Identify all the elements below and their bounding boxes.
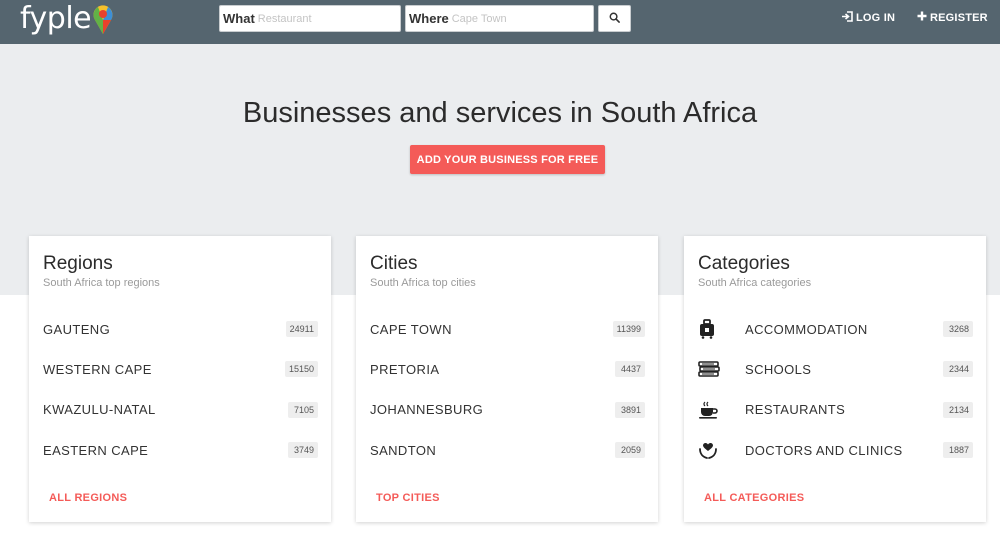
city-item-sandton[interactable]: SANDTON 2059 [356, 430, 658, 470]
where-search-field[interactable]: Where [405, 5, 594, 32]
list-item-label: JOHANNESBURG [370, 402, 484, 418]
category-item-accommodation[interactable]: ACCOMMODATION 3268 [684, 309, 986, 349]
where-label: Where [409, 11, 449, 26]
login-icon [841, 11, 856, 25]
top-cities-link[interactable]: TOP CITIES [376, 492, 440, 504]
search-icon [609, 10, 620, 28]
card-subtitle: South Africa top cities [370, 277, 476, 289]
count-badge: 2059 [615, 442, 645, 459]
regions-card: Regions South Africa top regions GAUTENG… [29, 236, 331, 522]
card-subtitle: South Africa top regions [43, 277, 160, 289]
login-label: LOG IN [856, 12, 896, 24]
list-item-label: GAUTENG [43, 321, 111, 337]
count-badge: 15150 [284, 361, 318, 378]
where-input[interactable] [451, 12, 572, 25]
region-item-kwazulu-natal[interactable]: KWAZULU-NATAL 7105 [29, 390, 331, 430]
register-label: REGISTER [930, 11, 988, 24]
suitcase-icon [698, 319, 745, 339]
heart-hands-icon [698, 440, 745, 460]
list-item-label: KWAZULU-NATAL [43, 402, 156, 418]
count-badge: 3749 [288, 442, 318, 459]
card-title: Categories [698, 253, 790, 274]
categories-card: Categories South Africa categories ACCOM… [684, 236, 986, 522]
map-pin-logo-icon [92, 3, 114, 37]
list-item-label: ACCOMMODATION [745, 321, 868, 337]
categories-list: ACCOMMODATION 3268 SCHOOLS 2344 RESTAURA… [684, 309, 986, 470]
region-item-eastern-cape[interactable]: EASTERN CAPE 3749 [29, 430, 331, 470]
region-item-western-cape[interactable]: WESTERN CAPE 15150 [29, 349, 331, 389]
count-badge: 4437 [615, 361, 645, 378]
coffee-cup-icon [698, 401, 745, 419]
category-item-schools[interactable]: SCHOOLS 2344 [684, 349, 986, 389]
card-subtitle: South Africa categories [698, 277, 812, 289]
city-item-pretoria[interactable]: PRETORIA 4437 [356, 349, 658, 389]
region-item-gauteng[interactable]: GAUTENG 24911 [29, 309, 331, 349]
count-badge: 11399 [612, 321, 645, 338]
page-title: Businesses and services in South Africa [242, 97, 758, 129]
category-item-doctors-and-clinics[interactable]: DOCTORS AND CLINICS 1887 [684, 430, 986, 470]
count-badge: 7105 [288, 401, 318, 418]
register-link[interactable]: REGISTER [917, 11, 988, 24]
list-item-label: PRETORIA [370, 361, 440, 377]
count-badge: 24911 [285, 321, 318, 338]
what-search-field[interactable]: What [219, 5, 401, 32]
list-item-label: DOCTORS AND CLINICS [745, 442, 903, 458]
list-item-label: SCHOOLS [745, 361, 812, 377]
top-navbar: fyple What Where [0, 0, 1000, 44]
city-item-johannesburg[interactable]: JOHANNESBURG 3891 [356, 390, 658, 430]
list-item-label: SANDTON [370, 442, 437, 458]
count-badge: 2134 [943, 401, 973, 418]
list-item-label: EASTERN CAPE [43, 442, 149, 458]
category-item-restaurants[interactable]: RESTAURANTS 2134 [684, 390, 986, 430]
list-item-label: CAPE TOWN [370, 321, 452, 337]
all-categories-link[interactable]: ALL CATEGORIES [704, 492, 804, 504]
count-badge: 1887 [943, 442, 973, 459]
count-badge: 2344 [943, 361, 973, 378]
what-label: What [223, 11, 255, 26]
count-badge: 3891 [615, 401, 645, 418]
logo-text: fyple [20, 1, 92, 36]
city-item-cape-town[interactable]: CAPE TOWN 11399 [356, 309, 658, 349]
fyple-logo[interactable]: fyple [20, 2, 114, 40]
count-badge: 3268 [943, 321, 973, 338]
plus-icon [917, 11, 930, 24]
regions-list: GAUTENG 24911 WESTERN CAPE 15150 KWAZULU… [29, 309, 331, 470]
card-title: Cities [370, 253, 418, 274]
card-title: Regions [43, 253, 113, 274]
search-button[interactable] [598, 5, 631, 32]
list-item-label: WESTERN CAPE [43, 361, 152, 377]
books-icon [698, 361, 745, 378]
what-input[interactable] [257, 12, 378, 25]
list-item-label: RESTAURANTS [745, 402, 846, 418]
login-link[interactable]: LOG IN [841, 11, 895, 25]
all-regions-link[interactable]: ALL REGIONS [49, 492, 127, 504]
cities-list: CAPE TOWN 11399 PRETORIA 4437 JOHANNESBU… [356, 309, 658, 470]
add-business-button[interactable]: ADD YOUR BUSINESS FOR FREE [410, 145, 605, 174]
cities-card: Cities South Africa top cities CAPE TOWN… [356, 236, 658, 522]
